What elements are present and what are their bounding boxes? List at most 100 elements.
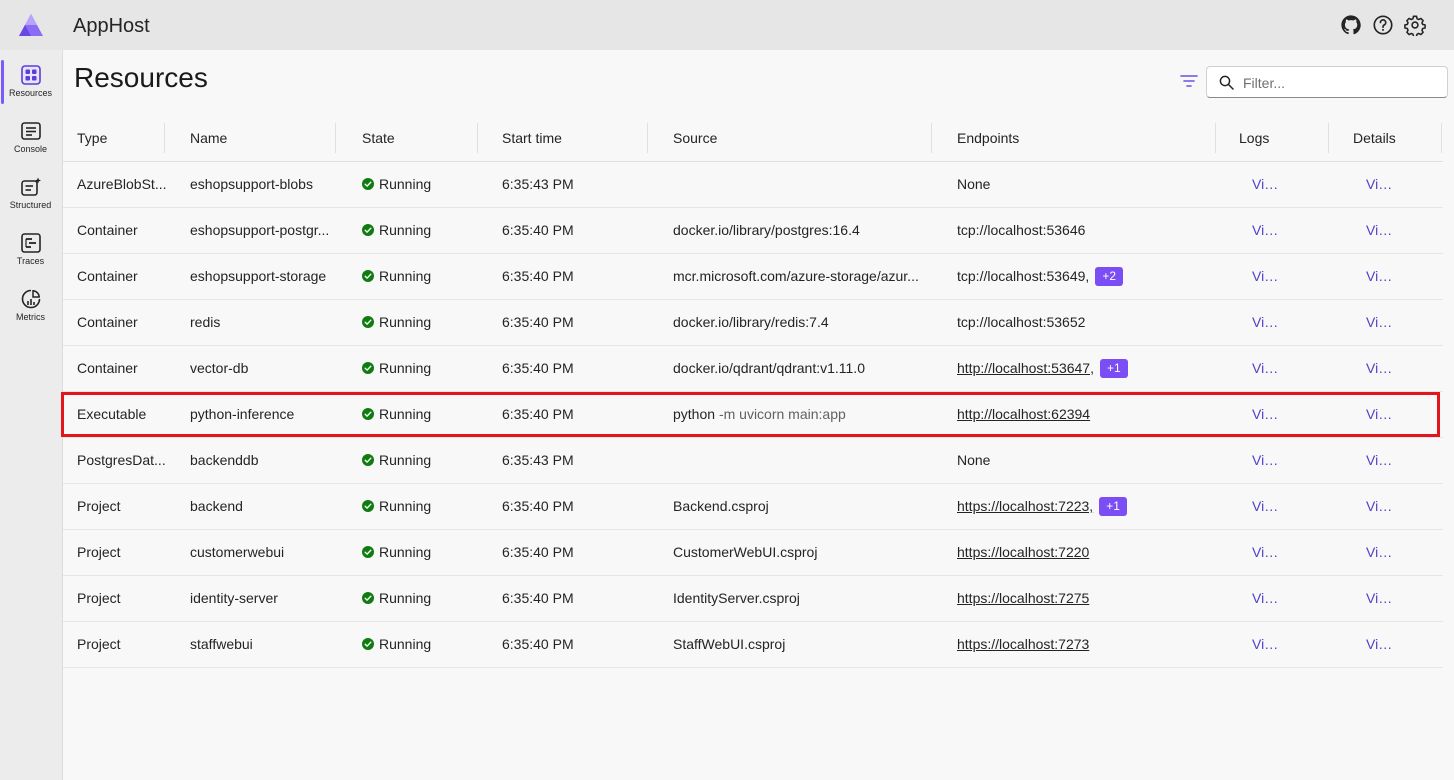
- cell-start-time: 6:35:40 PM: [502, 406, 574, 422]
- sidebar-item-console[interactable]: Console: [2, 112, 59, 164]
- endpoint-text[interactable]: http://localhost:53647,: [957, 360, 1094, 376]
- column-header-start-time[interactable]: Start time: [502, 115, 642, 161]
- cell-start-time: 6:35:43 PM: [502, 452, 574, 468]
- details-view-link[interactable]: View: [1366, 622, 1394, 667]
- logs-view-link[interactable]: View: [1252, 530, 1280, 575]
- logs-view-link[interactable]: View: [1252, 254, 1280, 299]
- details-view-link[interactable]: View: [1366, 346, 1394, 391]
- column-divider[interactable]: [164, 123, 165, 153]
- cell-endpoints: http://localhost:53647, +1: [957, 346, 1247, 391]
- cell-source: [673, 438, 925, 483]
- table-row[interactable]: Project staffwebui Running 6:35:40 PM St…: [63, 622, 1443, 668]
- column-divider[interactable]: [1215, 123, 1216, 153]
- column-header-type[interactable]: Type: [77, 115, 177, 161]
- aspire-logo-icon[interactable]: [18, 13, 44, 37]
- details-view-link[interactable]: View: [1366, 162, 1394, 207]
- column-divider[interactable]: [647, 123, 648, 153]
- column-header-source[interactable]: Source: [673, 115, 925, 161]
- filter-icon[interactable]: [1179, 72, 1199, 90]
- column-header-endpoints[interactable]: Endpoints: [957, 115, 1247, 161]
- filter-input[interactable]: [1243, 73, 1439, 93]
- state-text: Running: [379, 176, 432, 192]
- details-view-link[interactable]: View: [1366, 254, 1394, 299]
- help-icon[interactable]: [1372, 14, 1394, 36]
- cell-state: Running: [362, 576, 482, 621]
- cell-state: Running: [362, 346, 482, 391]
- logs-view-link[interactable]: View: [1252, 438, 1280, 483]
- cell-endpoints: tcp://localhost:53652: [957, 300, 1247, 345]
- logs-view-link[interactable]: View: [1252, 300, 1280, 345]
- details-view-link[interactable]: View: [1366, 530, 1394, 575]
- resources-table: Type Name State Start time Source Endpoi…: [63, 115, 1443, 668]
- endpoint-more-badge[interactable]: +1: [1099, 496, 1127, 516]
- table-row[interactable]: Executable python-inference Running 6:35…: [63, 392, 1443, 438]
- sidebar-item-metrics[interactable]: Metrics: [2, 280, 59, 332]
- state-text: Running: [379, 498, 432, 514]
- table-row[interactable]: AzureBlobSt... eshopsupport-blobs Runnin…: [63, 162, 1443, 208]
- github-icon[interactable]: [1340, 14, 1362, 36]
- cell-type: Project: [77, 636, 121, 652]
- settings-icon[interactable]: [1404, 14, 1426, 36]
- cell-state: Running: [362, 484, 482, 529]
- table-row[interactable]: Project backend Running 6:35:40 PM Backe…: [63, 484, 1443, 530]
- cell-source: StaffWebUI.csproj: [673, 622, 925, 667]
- cell-start-time: 6:35:40 PM: [502, 222, 574, 238]
- cell-endpoints: tcp://localhost:53646: [957, 208, 1247, 253]
- details-view-link[interactable]: View: [1366, 392, 1394, 437]
- cell-type: Container: [77, 314, 138, 330]
- endpoint-text[interactable]: http://localhost:62394: [957, 406, 1090, 422]
- column-divider[interactable]: [1441, 123, 1442, 153]
- column-header-state[interactable]: State: [362, 115, 482, 161]
- sidebar-item-structured[interactable]: Structured: [2, 168, 59, 220]
- logs-view-link[interactable]: View: [1252, 392, 1280, 437]
- table-row[interactable]: Container redis Running 6:35:40 PM docke…: [63, 300, 1443, 346]
- state-text: Running: [379, 544, 432, 560]
- table-row[interactable]: Container vector-db Running 6:35:40 PM d…: [63, 346, 1443, 392]
- column-header-name[interactable]: Name: [190, 115, 338, 161]
- details-view-link[interactable]: View: [1366, 484, 1394, 529]
- details-view-link[interactable]: View: [1366, 208, 1394, 253]
- logs-view-link[interactable]: View: [1252, 162, 1280, 207]
- sidebar-item-resources[interactable]: Resources: [1, 56, 59, 108]
- endpoint-text[interactable]: https://localhost:7220: [957, 544, 1089, 560]
- details-view-link[interactable]: View: [1366, 576, 1394, 621]
- details-view-link[interactable]: View: [1366, 438, 1394, 483]
- table-row[interactable]: Project customerwebui Running 6:35:40 PM…: [63, 530, 1443, 576]
- logs-view-link[interactable]: View: [1252, 576, 1280, 621]
- running-check-icon: [362, 454, 374, 467]
- table-row[interactable]: Container eshopsupport-postgr... Running…: [63, 208, 1443, 254]
- table-row[interactable]: Container eshopsupport-storage Running 6…: [63, 254, 1443, 300]
- cell-source: python -m uvicorn main:app: [673, 392, 925, 437]
- endpoint-more-badge[interactable]: +1: [1100, 358, 1128, 378]
- column-divider[interactable]: [1328, 123, 1329, 153]
- column-header-logs[interactable]: Logs: [1239, 115, 1269, 161]
- column-divider[interactable]: [931, 123, 932, 153]
- running-check-icon: [362, 362, 374, 375]
- cell-name: backend: [190, 498, 243, 514]
- column-divider[interactable]: [477, 123, 478, 153]
- cell-name: eshopsupport-blobs: [190, 176, 313, 192]
- table-row[interactable]: PostgresDat... backenddb Running 6:35:43…: [63, 438, 1443, 484]
- logs-view-link[interactable]: View: [1252, 622, 1280, 667]
- column-header-details[interactable]: Details: [1353, 115, 1396, 161]
- source-text: docker.io/qdrant/qdrant:v1.11.0: [673, 360, 865, 376]
- cell-type: Project: [77, 498, 121, 514]
- logs-view-link[interactable]: View: [1252, 484, 1280, 529]
- endpoint-text[interactable]: https://localhost:7273: [957, 636, 1089, 652]
- cell-name: staffwebui: [190, 636, 253, 652]
- column-divider[interactable]: [335, 123, 336, 153]
- table-row[interactable]: Project identity-server Running 6:35:40 …: [63, 576, 1443, 622]
- endpoint-more-badge[interactable]: +2: [1095, 266, 1123, 286]
- cell-name: eshopsupport-storage: [190, 268, 327, 284]
- sidebar-item-traces[interactable]: Traces: [2, 224, 59, 276]
- endpoint-text: tcp://localhost:53646: [957, 222, 1086, 238]
- cell-source: docker.io/library/postgres:16.4: [673, 208, 925, 253]
- sidebar-item-label: Traces: [16, 256, 45, 266]
- logs-view-link[interactable]: View: [1252, 208, 1280, 253]
- source-text: mcr.microsoft.com/azure-storage/azur...: [673, 268, 919, 284]
- endpoint-text[interactable]: https://localhost:7275: [957, 590, 1089, 606]
- running-check-icon: [362, 316, 374, 329]
- logs-view-link[interactable]: View: [1252, 346, 1280, 391]
- endpoint-text[interactable]: https://localhost:7223,: [957, 498, 1093, 514]
- details-view-link[interactable]: View: [1366, 300, 1394, 345]
